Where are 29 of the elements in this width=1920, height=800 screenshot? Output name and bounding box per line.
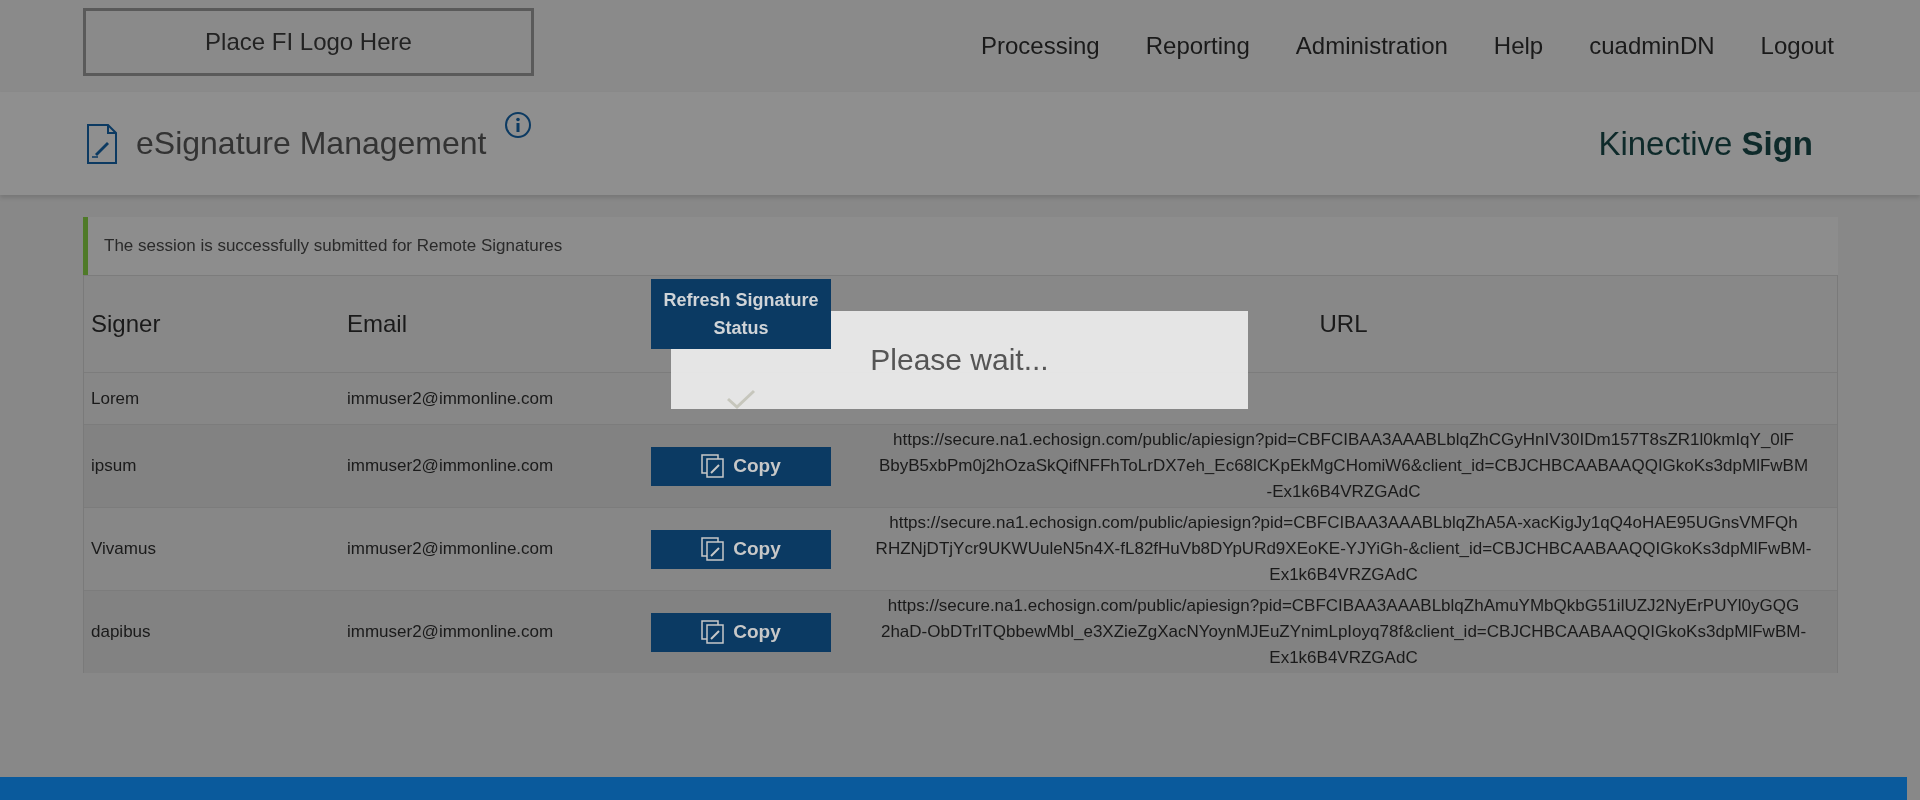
column-header: Signer [91, 310, 161, 337]
page-title: eSignature Management [136, 125, 487, 162]
copy-button[interactable]: Copy [651, 446, 831, 486]
signer-email: immuser2@immonline.com [347, 622, 554, 641]
signer-name: dapibus [91, 622, 151, 641]
signer-email: immuser2@immonline.com [347, 456, 554, 475]
success-alert: The session is successfully submitted for Remote Signatures [83, 217, 1838, 275]
refresh-status-button[interactable]: Refresh Signature Status [651, 279, 831, 349]
nav-link[interactable]: Processing [981, 32, 1100, 60]
signer-name: ipsum [91, 456, 137, 475]
column-header: Email [347, 310, 407, 337]
copy-button[interactable]: Copy [651, 612, 831, 652]
loading-message: Please wait... [870, 343, 1049, 377]
signer-name: Vivamus [91, 539, 156, 558]
nav-link[interactable]: Reporting [1145, 32, 1250, 60]
signing-url: https://secure.na1.echosign.com/public/apiesign?pid=CBFCIBAA3AAABLblqZhAmuYMbQkbG51ilUZJ2NyErPUYl0yGQG 2haD-ObDTrITQbbewMbl_e3XZieZgXacNYoynMJEuZYnimLpIoyq78f&client_id=CBJCHBCAABAAQQIGkoKs3dpMlFwBM- Ex1k6B4VRZGAdC [880, 596, 1807, 667]
signer-email: immuser2@immonline.com [347, 388, 554, 408]
nav-link[interactable]: Administration [1295, 32, 1448, 60]
column-header: URL [1319, 310, 1368, 337]
info-icon[interactable] [504, 110, 533, 139]
signer-email: immuser2@immonline.com [347, 539, 554, 558]
nav-link[interactable]: Help [1493, 32, 1544, 60]
brand-logo: Kinective Sign [1598, 124, 1813, 163]
signer-name: Lorem [91, 388, 140, 408]
document-signature-icon [86, 122, 118, 165]
copy-button[interactable]: Copy [651, 529, 831, 569]
nav-link[interactable]: Logout [1760, 32, 1834, 60]
logo-placeholder-text: Place FI Logo Here [205, 28, 412, 56]
nav-link[interactable]: cuadminDN [1589, 32, 1715, 60]
